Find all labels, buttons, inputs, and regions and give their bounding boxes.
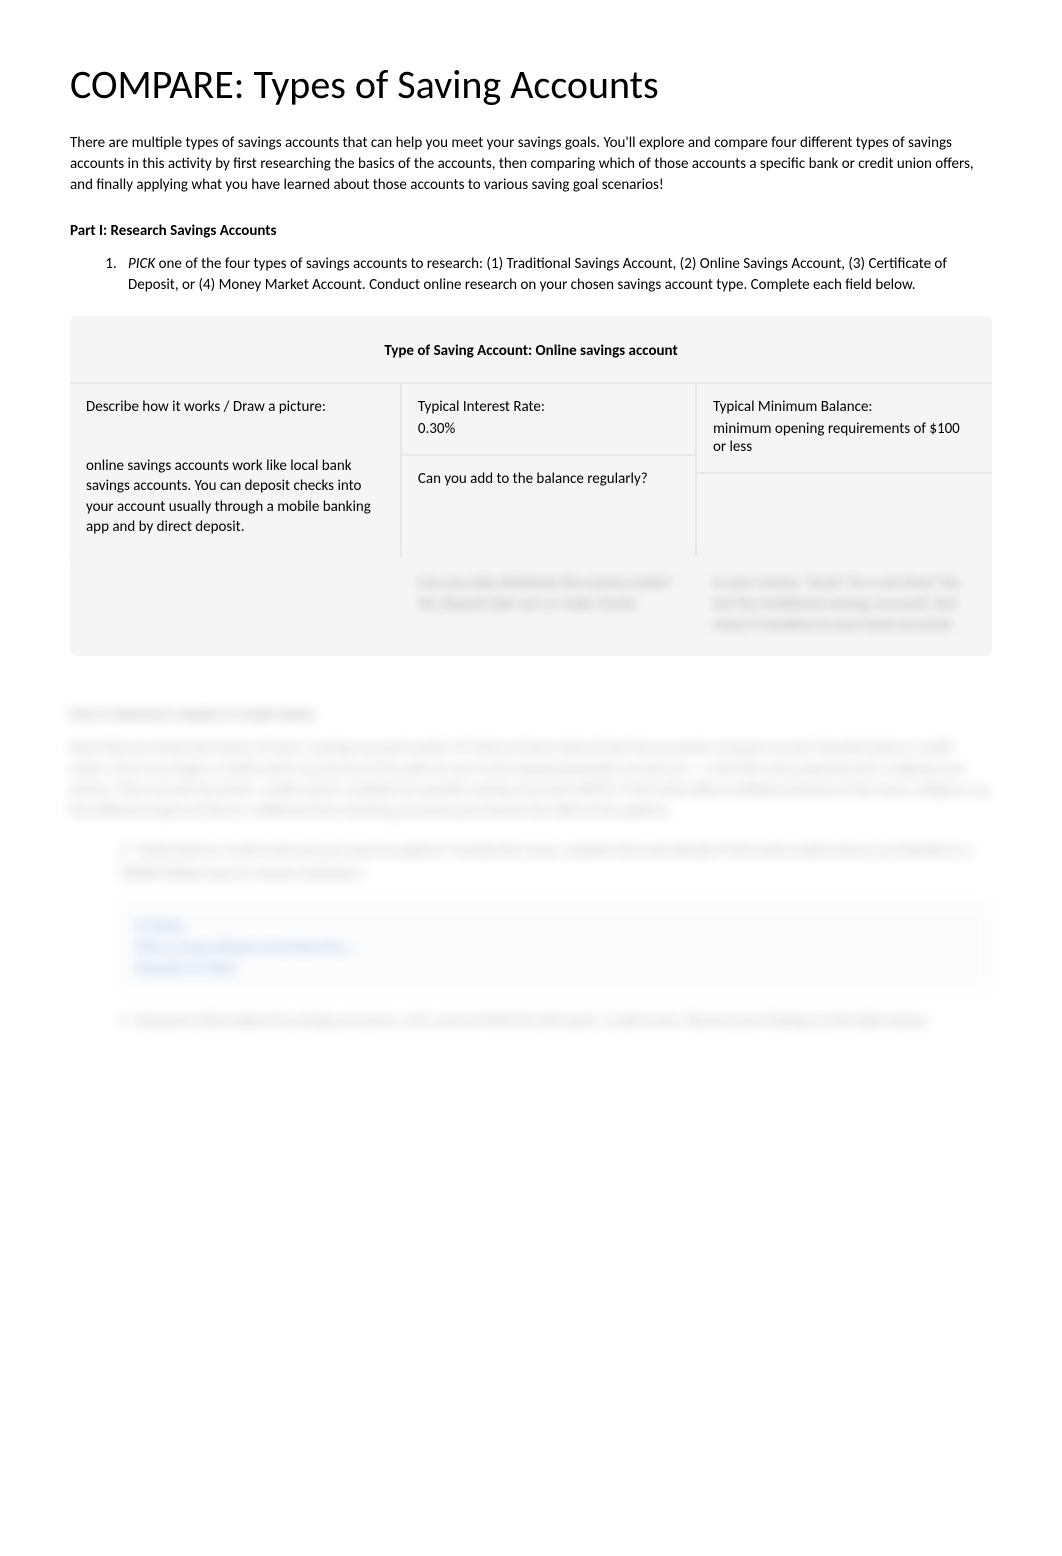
pick-emphasis: PICK [128,255,155,273]
interest-label: Typical Interest Rate: [418,398,679,416]
part2-heading: Part II: Research a Bank or Credit Union [70,706,992,724]
describe-cell: Describe how it works / Draw a picture: … [70,384,402,557]
balance-label: Typical Minimum Balance: [713,398,976,416]
page-title: COMPARE: Types of Saving Accounts [70,60,992,109]
blurred-link-2: https://www.citbank.com/index.htm... [135,937,977,954]
blurred-section: Part II: Research a Bank or Credit Union… [70,706,992,1033]
describe-label: Describe how it works / Draw a picture: [86,398,384,416]
describe-value: online savings accounts work like local … [86,456,384,537]
blurred-table-row: Can you take distribute the money easily… [70,557,992,656]
account-table: Type of Saving Account: Online savings a… [70,316,992,656]
instruction-1-text: one of the four types of savings account… [128,255,947,294]
blurred-link-1: CIT Bank [135,916,977,933]
add-balance-label: Can you add to the balance regularly? [418,470,679,488]
blurred-mid-cell: Can you take distribute the money easily… [402,559,697,656]
picture-placeholder [86,420,384,442]
blurred-link-box: CIT Bank https://www.citbank.com/index.h… [120,901,992,990]
blurred-item-3: 3. Research information for savings acco… [70,1010,992,1033]
intro-paragraph: There are multiple types of savings acco… [70,133,992,196]
balance-value: minimum opening requirements of $100 or … [713,420,976,456]
middle-column: Typical Interest Rate: 0.30% Can you add… [402,384,697,557]
part2-text: Now that you know the basics of how a sa… [70,738,992,822]
table-header: Type of Saving Account: Online savings a… [70,316,992,384]
blurred-item-2: 2. What bank or credit union do you want… [70,840,992,885]
blurred-right-cell: Is your money "stuck" for a set time? Ye… [697,559,992,656]
part1-heading: Part I: Research Savings Accounts [70,222,992,240]
right-column: Typical Minimum Balance: minimum opening… [697,384,992,557]
instruction-1: PICK one of the four types of savings ac… [120,254,992,296]
interest-value: 0.30% [418,420,679,438]
blurred-link-3: Deposits CIT Bank [135,958,977,975]
